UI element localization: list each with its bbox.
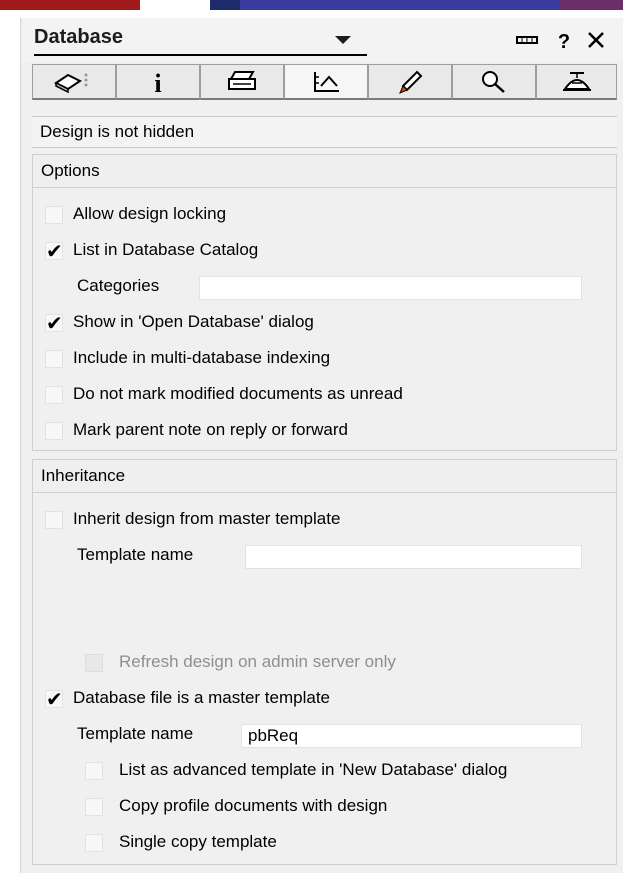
categories-input[interactable] [199, 276, 582, 300]
refresh-on-admin-row[interactable]: Refresh design on admin server only [33, 648, 616, 678]
refresh-on-admin-label: Refresh design on admin server only [119, 652, 396, 671]
database-basics-icon [54, 73, 88, 93]
master-template-label: Database file is a master template [73, 688, 331, 707]
close-icon[interactable] [584, 28, 608, 52]
list-as-advanced-row[interactable]: List as advanced template in 'New Databa… [33, 756, 616, 786]
master-template-name-input[interactable]: pbReq [241, 724, 582, 748]
panel-titlebar: Database ? [22, 18, 623, 62]
master-template-name-row: Template name pbReq [33, 720, 616, 750]
svg-text:i: i [154, 69, 161, 95]
do-not-mark-unread-row[interactable]: Do not mark modified documents as unread [33, 380, 616, 410]
tab-print[interactable] [200, 64, 284, 100]
single-copy-checkbox[interactable] [85, 834, 103, 852]
list-in-catalog-label: List in Database Catalog [73, 240, 259, 259]
multi-db-indexing-label: Include in multi-database indexing [73, 348, 331, 367]
background-window-edge [0, 18, 21, 873]
single-copy-label: Single copy template [119, 832, 277, 851]
multi-db-indexing-row[interactable]: Include in multi-database indexing [33, 344, 616, 374]
copy-profile-docs-checkbox[interactable] [85, 798, 103, 816]
design-ruler-icon [314, 71, 339, 92]
property-tabs: i [32, 64, 617, 102]
master-template-row[interactable]: Database file is a master template [33, 684, 616, 714]
title-underline [34, 54, 367, 56]
inheritance-section: Inheritance Inherit design from master t… [32, 459, 617, 865]
allow-design-locking-checkbox[interactable] [45, 206, 63, 224]
list-in-catalog-checkbox[interactable] [45, 239, 63, 263]
copy-profile-docs-label: Copy profile documents with design [119, 796, 388, 815]
inherit-design-checkbox[interactable] [45, 511, 63, 529]
svg-text:?: ? [558, 31, 570, 52]
copy-profile-docs-row[interactable]: Copy profile documents with design [33, 792, 616, 822]
info-icon: i [154, 69, 161, 95]
design-status-text: Design is not hidden [40, 122, 195, 141]
help-icon[interactable]: ? [552, 28, 576, 52]
dock-icon[interactable] [515, 28, 539, 52]
refresh-on-admin-checkbox[interactable] [85, 654, 103, 672]
tab-launch[interactable] [368, 64, 452, 100]
inherit-template-name-row: Template name [33, 541, 616, 571]
master-template-name-label: Template name [77, 724, 194, 743]
multi-db-indexing-checkbox[interactable] [45, 350, 63, 368]
list-as-advanced-checkbox[interactable] [85, 762, 103, 780]
do-not-mark-unread-checkbox[interactable] [45, 386, 63, 404]
mark-parent-note-checkbox[interactable] [45, 422, 63, 440]
master-template-checkbox[interactable] [45, 687, 63, 711]
tab-advanced[interactable] [536, 64, 617, 100]
show-in-open-dialog-row[interactable]: Show in 'Open Database' dialog [33, 308, 616, 338]
options-header: Options [33, 155, 616, 188]
inherit-design-label: Inherit design from master template [73, 509, 341, 528]
single-copy-row[interactable]: Single copy template [33, 828, 616, 858]
printer-icon [228, 70, 256, 90]
propeller-hat-icon [562, 71, 591, 91]
show-in-open-dialog-label: Show in 'Open Database' dialog [73, 312, 314, 331]
mark-parent-note-label: Mark parent note on reply or forward [73, 420, 348, 439]
inherit-template-name-label: Template name [77, 545, 194, 564]
inherit-template-name-input[interactable] [245, 545, 582, 569]
do-not-mark-unread-label: Do not mark modified documents as unread [73, 384, 403, 403]
mark-parent-note-row[interactable]: Mark parent note on reply or forward [33, 416, 616, 446]
database-properties-panel: Database ? i Design is not hidden Option… [22, 18, 623, 873]
rocket-icon [399, 70, 423, 94]
options-section: Options Allow design locking List in Dat… [32, 154, 617, 451]
show-in-open-dialog-checkbox[interactable] [45, 311, 63, 335]
list-as-advanced-label: List as advanced template in 'New Databa… [119, 760, 508, 779]
tab-design[interactable] [284, 64, 368, 100]
inherit-design-row[interactable]: Inherit design from master template [33, 505, 616, 535]
categories-label: Categories [77, 276, 160, 295]
allow-design-locking-row[interactable]: Allow design locking [33, 200, 616, 230]
allow-design-locking-label: Allow design locking [73, 204, 227, 223]
inheritance-header-label: Inheritance [41, 466, 126, 485]
inheritance-header: Inheritance [33, 460, 616, 493]
chevron-down-icon[interactable] [332, 32, 354, 48]
tab-basics[interactable] [32, 64, 116, 100]
options-header-label: Options [41, 161, 100, 180]
background-window-strip [0, 0, 623, 18]
list-in-catalog-row[interactable]: List in Database Catalog [33, 236, 616, 266]
categories-row: Categories [33, 272, 616, 302]
panel-title: Database [34, 26, 123, 48]
tab-info[interactable]: i [116, 64, 200, 100]
tab-search[interactable] [452, 64, 536, 100]
design-status-bar: Design is not hidden [32, 116, 617, 148]
magnifier-icon [482, 70, 505, 93]
